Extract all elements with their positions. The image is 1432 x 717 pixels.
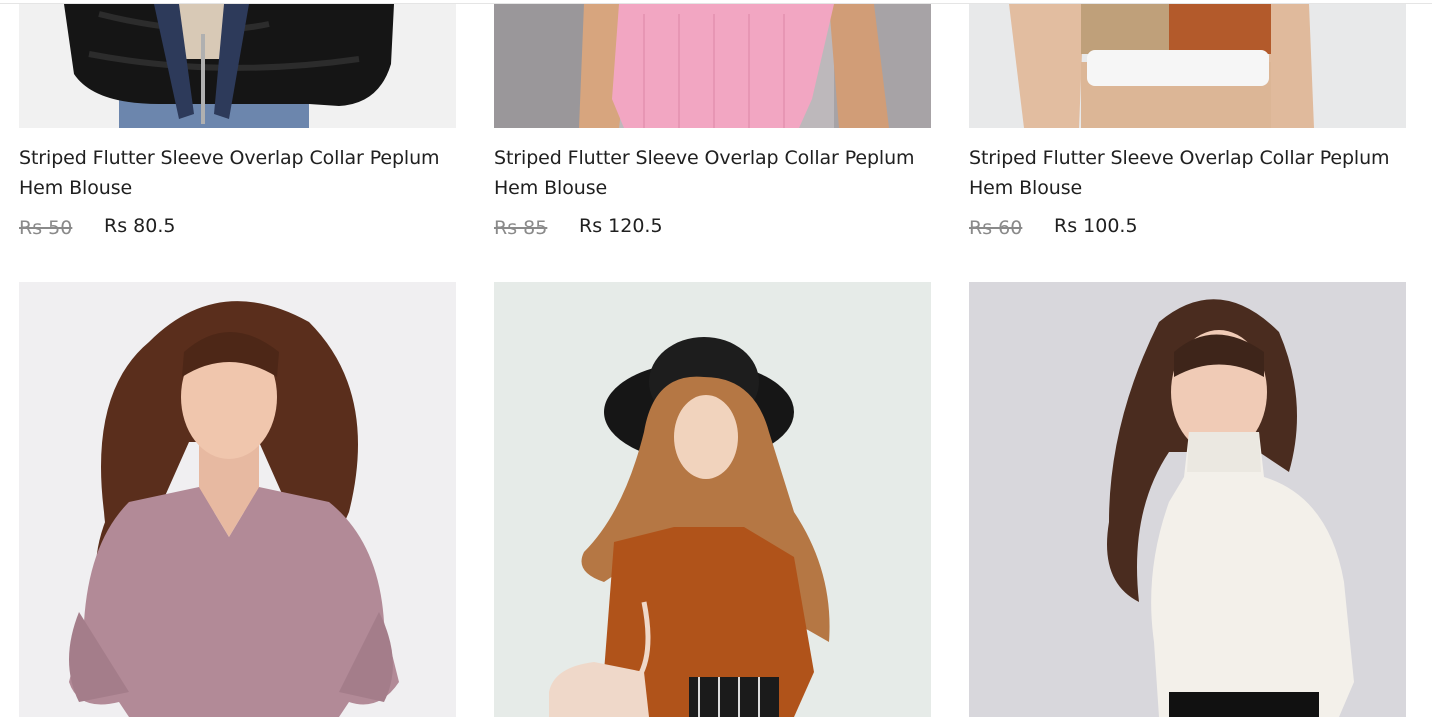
product-photo <box>19 4 456 128</box>
product-photo <box>494 4 931 128</box>
product-photo <box>969 282 1406 717</box>
product-title[interactable]: Striped Flutter Sleeve Overlap Collar Pe… <box>969 143 1406 203</box>
product-image-pink-ribbed-top[interactable] <box>494 4 931 128</box>
product-image-mauve-puff-sleeve-blouse[interactable] <box>19 282 456 717</box>
product-image-white-turtleneck[interactable] <box>969 282 1406 717</box>
sale-price: Rs 120.5 <box>579 215 663 237</box>
product-title[interactable]: Striped Flutter Sleeve Overlap Collar Pe… <box>19 143 456 203</box>
product-image-color-block-crop-top[interactable] <box>969 4 1406 128</box>
sale-price: Rs 100.5 <box>1054 215 1138 237</box>
original-price: Rs 85 <box>494 217 548 239</box>
product-price: Rs 85 Rs 120.5 <box>494 212 931 240</box>
product-image-black-fur-jacket[interactable] <box>19 4 456 128</box>
product-price: Rs 60 Rs 100.5 <box>969 212 1406 240</box>
product-photo <box>969 4 1406 128</box>
product-photo <box>19 282 456 717</box>
product-title[interactable]: Striped Flutter Sleeve Overlap Collar Pe… <box>494 143 931 203</box>
product-price: Rs 50 Rs 80.5 <box>19 212 456 240</box>
original-price: Rs 60 <box>969 217 1023 239</box>
product-photo <box>494 282 931 717</box>
product-image-hijab-black-hat[interactable] <box>494 282 931 717</box>
original-price: Rs 50 <box>19 217 73 239</box>
sale-price: Rs 80.5 <box>104 215 176 237</box>
